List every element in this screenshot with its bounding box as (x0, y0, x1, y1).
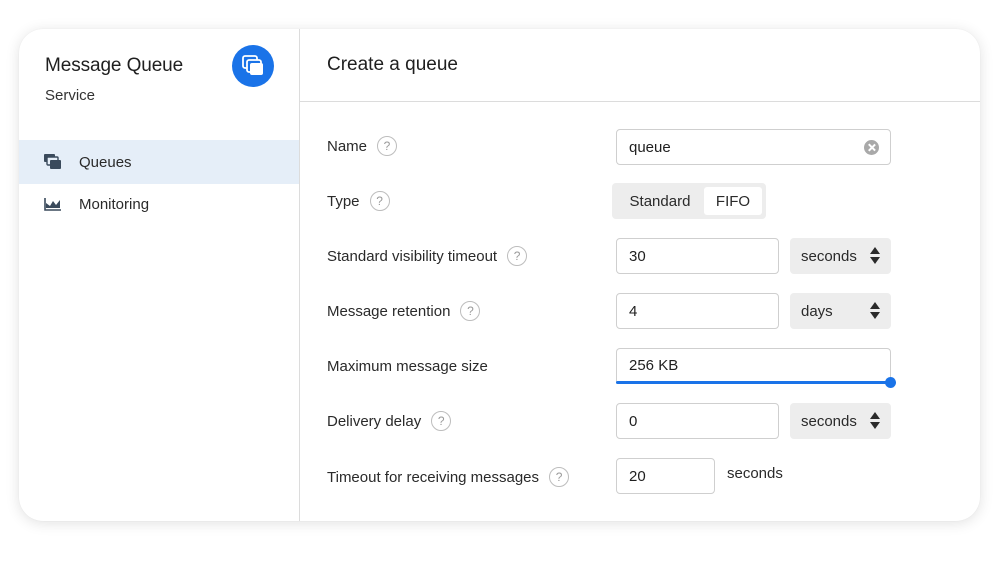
stacked-windows-icon (242, 55, 263, 75)
max-size-label-row: Maximum message size (327, 355, 488, 377)
name-label-row: Name ? (327, 135, 398, 157)
visibility-timeout-input[interactable]: 30 (616, 238, 779, 274)
visibility-timeout-value: 30 (629, 247, 646, 265)
select-value: days (801, 302, 833, 320)
select-value: seconds (801, 412, 857, 430)
service-title: Message Queue (45, 55, 184, 76)
help-icon[interactable]: ? (549, 467, 570, 487)
help-icon[interactable]: ? (369, 191, 390, 211)
retention-label: Message retention (327, 302, 451, 320)
receive-timeout-input[interactable]: 20 (616, 458, 715, 494)
name-label: Name (327, 137, 368, 155)
delivery-delay-input[interactable]: 0 (616, 403, 779, 439)
page-title: Create a queue (327, 54, 458, 75)
help-icon[interactable]: ? (431, 411, 452, 431)
sort-arrows-icon (870, 247, 880, 265)
sort-arrows-icon (870, 412, 880, 430)
max-size-slider-thumb[interactable] (885, 377, 896, 388)
name-input[interactable]: queue (616, 129, 891, 165)
retention-label-row: Message retention ? (327, 300, 481, 322)
service-subtitle: Service (45, 87, 96, 104)
select-value: seconds (801, 247, 857, 265)
sidebar-item-queues[interactable]: Queues (19, 140, 299, 184)
name-input-value: queue (629, 138, 671, 156)
type-label-row: Type ? (327, 190, 390, 212)
main-panel: Create a queue Name ? queue Type ? Stand… (300, 29, 980, 521)
receive-timeout-label: Timeout for receiving messages (327, 468, 540, 486)
max-size-slider-track[interactable] (616, 381, 890, 384)
sidebar-item-label: Monitoring (79, 195, 150, 213)
type-option-fifo[interactable]: FIFO (704, 187, 762, 215)
visibility-timeout-unit-select[interactable]: seconds (790, 238, 891, 274)
create-queue-card: Message Queue Service Queues Monitoring (19, 29, 980, 521)
receive-timeout-label-row: Timeout for receiving messages ? (327, 466, 570, 488)
max-size-input[interactable]: 256 KB (616, 348, 891, 382)
queue-type-switch: Standard FIFO (612, 183, 766, 219)
clear-icon[interactable] (864, 140, 879, 155)
queues-icon (44, 154, 61, 169)
header-divider (300, 101, 980, 102)
chart-icon (44, 198, 61, 211)
type-label: Type (327, 192, 360, 210)
max-size-label: Maximum message size (327, 357, 488, 375)
delivery-delay-label-row: Delivery delay ? (327, 410, 452, 432)
sidebar: Message Queue Service Queues Monitoring (19, 29, 300, 521)
help-icon[interactable]: ? (507, 246, 528, 266)
sidebar-item-monitoring[interactable]: Monitoring (19, 182, 299, 226)
help-icon[interactable]: ? (460, 301, 481, 321)
max-size-value: 256 KB (629, 357, 679, 374)
delivery-delay-unit-select[interactable]: seconds (790, 403, 891, 439)
receive-timeout-value: 20 (629, 467, 646, 485)
retention-value: 4 (629, 302, 638, 320)
receive-timeout-unit: seconds (727, 465, 783, 482)
visibility-timeout-label-row: Standard visibility timeout ? (327, 245, 528, 267)
delivery-delay-label: Delivery delay (327, 412, 422, 430)
delivery-delay-value: 0 (629, 412, 638, 430)
sort-arrows-icon (870, 302, 880, 320)
service-logo (232, 45, 274, 87)
help-icon[interactable]: ? (377, 136, 398, 156)
type-option-standard[interactable]: Standard (616, 187, 704, 215)
retention-input[interactable]: 4 (616, 293, 779, 329)
sidebar-item-label: Queues (79, 153, 132, 171)
visibility-timeout-label: Standard visibility timeout (327, 247, 498, 265)
retention-unit-select[interactable]: days (790, 293, 891, 329)
